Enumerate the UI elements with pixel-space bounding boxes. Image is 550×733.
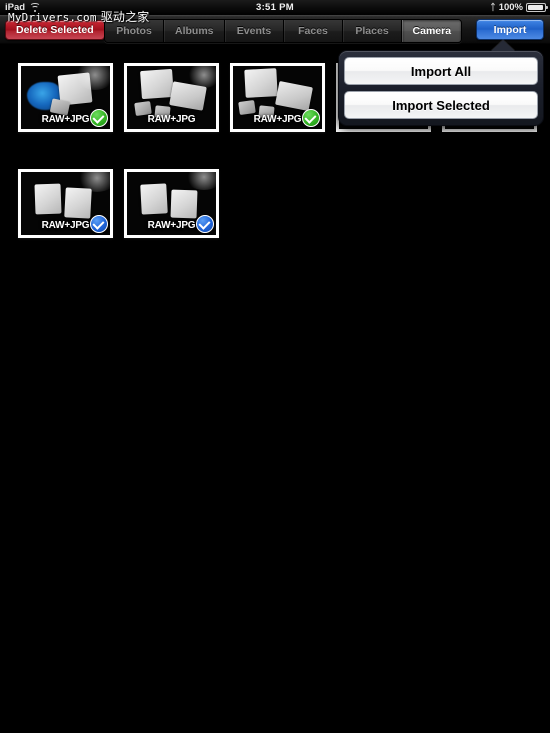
tab-albums[interactable]: Albums <box>164 20 225 42</box>
photo-thumbnail[interactable]: RAW+JPG <box>124 169 219 238</box>
bluetooth-icon: ᛏ <box>490 2 496 12</box>
tab-places[interactable]: Places <box>342 20 402 42</box>
selected-check-badge[interactable] <box>90 109 108 127</box>
thumbnail-image: RAW+JPG <box>127 66 216 129</box>
import-popover: Import All Import Selected <box>338 40 544 126</box>
status-bar-right: ᛏ 100% <box>490 2 548 13</box>
raw-format-label: RAW+JPG <box>147 114 196 125</box>
thumbnail-image: RAW+JPG <box>127 172 216 235</box>
selected-check-badge[interactable] <box>90 215 108 233</box>
popover-arrow-icon <box>491 40 515 51</box>
import-all-button[interactable]: Import All <box>344 57 538 85</box>
delete-selected-button[interactable]: Delete Selected <box>5 20 105 40</box>
battery-icon <box>526 3 548 12</box>
thumbnail-image: RAW+JPG <box>21 172 110 235</box>
photo-thumbnail[interactable]: RAW+JPG <box>18 169 113 238</box>
toolbar: Delete Selected Photos Albums Events Fac… <box>0 15 550 45</box>
tab-photos[interactable]: Photos <box>105 20 164 42</box>
import-button[interactable]: Import <box>476 19 544 40</box>
photo-thumbnail[interactable]: RAW+JPG <box>18 63 113 132</box>
photo-grid: RAW+JPG RAW+JPG RAW+JPG RAW+JPG RAW+JPG <box>0 45 550 733</box>
status-bar: iPad 3:51 PM ᛏ 100% <box>0 0 550 15</box>
library-segmented-control[interactable]: Photos Albums Events Faces Places Camera <box>104 19 463 43</box>
photo-thumbnail[interactable]: RAW+JPG <box>230 63 325 132</box>
selected-check-badge[interactable] <box>302 109 320 127</box>
tab-faces[interactable]: Faces <box>283 20 343 42</box>
import-selected-button[interactable]: Import Selected <box>344 91 538 119</box>
tab-events[interactable]: Events <box>224 20 284 42</box>
thumbnail-image: RAW+JPG <box>21 66 110 129</box>
photo-thumbnail[interactable]: RAW+JPG <box>124 63 219 132</box>
battery-percent-label: 100% <box>498 2 523 13</box>
tab-camera[interactable]: Camera <box>401 20 462 42</box>
thumbnail-image: RAW+JPG <box>233 66 322 129</box>
status-bar-clock: 3:51 PM <box>255 2 294 13</box>
selected-check-badge[interactable] <box>196 215 214 233</box>
